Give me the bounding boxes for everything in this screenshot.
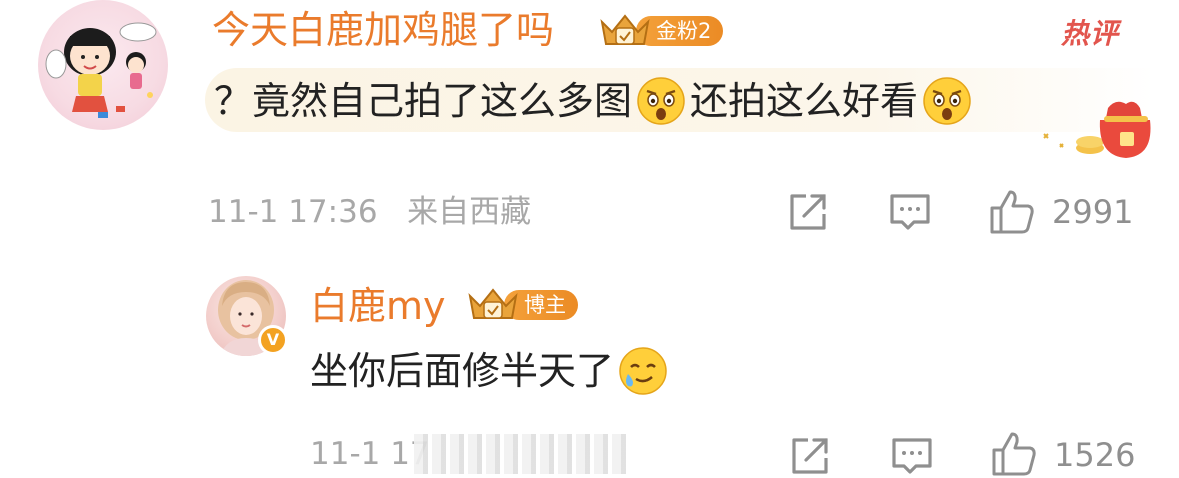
comment-meta: 11-1 17:36 来自西藏 xyxy=(208,190,531,234)
comment-location: 来自西藏 xyxy=(407,194,532,230)
hot-comment-tag: 热评 xyxy=(1060,17,1119,50)
lucky-bag-decoration-icon xyxy=(1043,101,1151,158)
avatar[interactable] xyxy=(38,0,168,130)
thumbs-up-icon[interactable] xyxy=(988,188,1036,236)
cartoon-avatar-icon xyxy=(45,22,157,118)
verified-v-icon: V xyxy=(258,325,288,355)
redacted-text-overlay xyxy=(414,434,626,474)
comment-username[interactable]: 今天白鹿加鸡腿了吗 xyxy=(212,8,554,52)
fan-badge[interactable]: 金粉2 xyxy=(598,12,724,50)
comment-icon[interactable] xyxy=(888,190,932,234)
comment-content-part-2: 还拍这么好看 xyxy=(690,79,919,123)
reply-meta: 11-1 17 xyxy=(310,432,430,476)
comment-content-part-1: ？竟然自己拍了这么多图 xyxy=(214,79,633,123)
comment-content: ？竟然自己拍了这么多图 还拍这么好看 xyxy=(214,76,976,126)
comment-date: 11-1 17:36 xyxy=(208,194,378,230)
surprised-emoji-icon xyxy=(923,77,971,125)
reply-content-text: 坐你后面修半天了 xyxy=(310,349,615,393)
author-badge[interactable]: 博主 xyxy=(466,286,578,324)
weibo-comment-thread: 今天白鹿加鸡腿了吗 金粉2 热评 ？竟然自己拍了这么多图 还拍这么好看 11-1… xyxy=(0,0,1179,478)
crown-icon xyxy=(600,14,650,45)
share-icon[interactable] xyxy=(786,190,830,234)
crown-icon xyxy=(468,288,518,319)
thumbs-up-icon[interactable] xyxy=(990,430,1038,478)
reply-date: 11-1 17 xyxy=(310,436,430,472)
reply-username[interactable]: 白鹿my xyxy=(310,284,446,328)
reply-content: 坐你后面修半天了 xyxy=(310,346,672,396)
comment-icon[interactable] xyxy=(890,434,934,478)
comment-like-count: 2991 xyxy=(1052,193,1134,231)
tear-smile-emoji-icon xyxy=(619,347,667,395)
surprised-emoji-icon xyxy=(637,77,685,125)
share-icon[interactable] xyxy=(788,434,832,478)
reply-like-count: 1526 xyxy=(1054,436,1136,474)
